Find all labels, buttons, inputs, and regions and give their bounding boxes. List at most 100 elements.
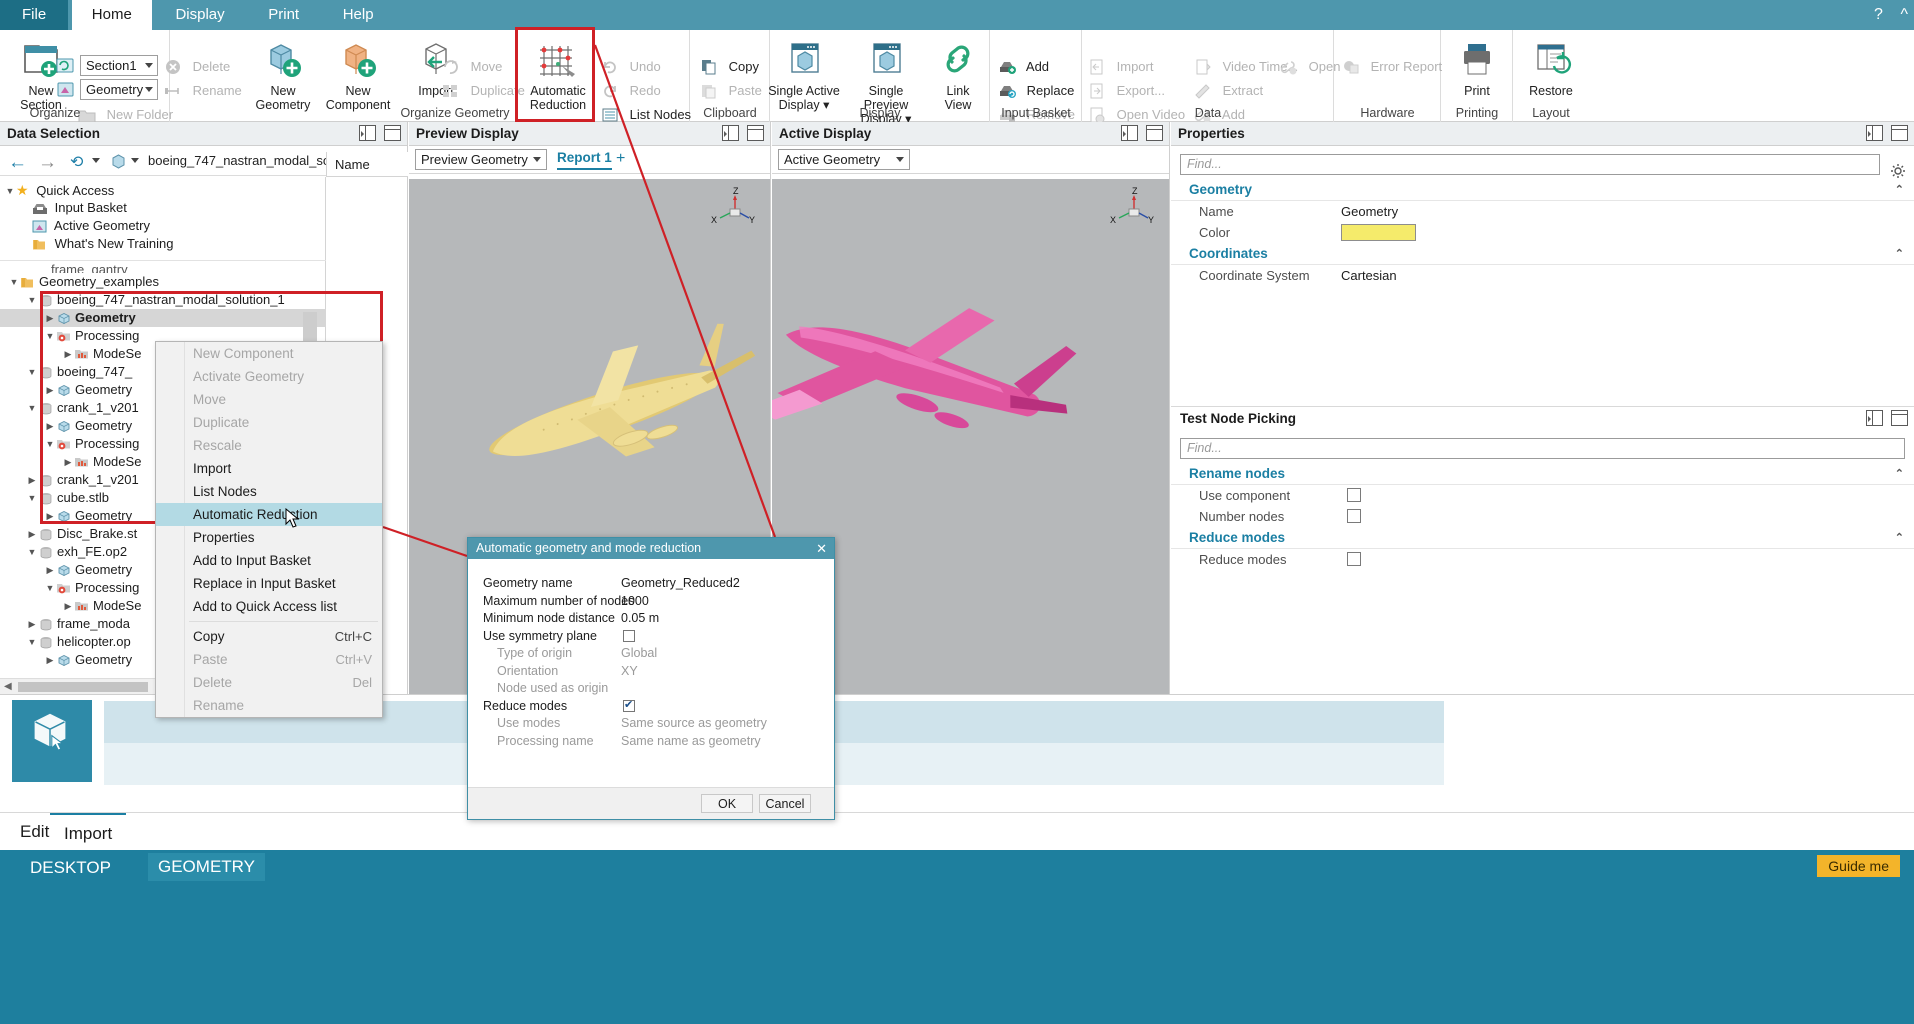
menu-item[interactable]: List Nodes [156, 480, 382, 503]
tree-item-active-geometry[interactable]: Active Geometry [0, 217, 326, 235]
menu-item[interactable]: Automatic Reduction [156, 503, 382, 526]
tree-item[interactable]: ▼ Geometry_examples [0, 273, 326, 291]
expander-open-icon[interactable]: ▼ [8, 273, 20, 291]
redo-button[interactable]: Redo [601, 79, 661, 103]
delete-button[interactable]: Delete [164, 55, 230, 79]
expander-open-icon[interactable]: ▼ [26, 291, 38, 309]
panel-dock-icon[interactable] [1866, 125, 1884, 141]
chevron-up-icon[interactable]: ⌃ [1895, 179, 1904, 201]
dialog-row-value[interactable]: Geometry_Reduced2 [621, 575, 740, 593]
menu-item[interactable]: Add to Input Basket [156, 549, 382, 572]
tab-import[interactable]: Import [50, 813, 127, 851]
tab-file[interactable]: File [0, 0, 69, 30]
panel-float-icon[interactable] [747, 125, 764, 141]
tree-item-whats-new[interactable]: What's New Training [0, 235, 326, 253]
cube-breadcrumb-icon[interactable] [110, 153, 127, 173]
collapse-ribbon-icon[interactable]: ^ [1900, 6, 1908, 23]
section-refresh-icon[interactable] [56, 56, 75, 78]
taskbar-desktop[interactable]: DESKTOP [30, 858, 111, 878]
dialog-checkbox[interactable] [623, 629, 635, 642]
paste-button[interactable]: Paste [700, 79, 762, 103]
chevron-up-icon[interactable]: ⌃ [1895, 527, 1904, 549]
tab-report-1[interactable]: Report 1 [557, 150, 612, 170]
properties-section-header[interactable]: Rename nodes ⌃ [1171, 463, 1914, 485]
cancel-button[interactable]: Cancel [759, 794, 811, 813]
panel-dock-icon[interactable] [722, 125, 740, 141]
properties-find-input[interactable]: Find... [1180, 154, 1880, 175]
panel-float-icon[interactable] [384, 125, 401, 141]
menu-item[interactable]: Import [156, 457, 382, 480]
menu-item[interactable]: Properties [156, 526, 382, 549]
geometry-cube-icon[interactable] [56, 80, 75, 102]
tree-column-header[interactable]: Name [326, 152, 408, 177]
checkbox[interactable] [1347, 509, 1361, 523]
history-chevron-down-icon[interactable] [92, 158, 100, 163]
scroll-left-icon[interactable]: ◀ [4, 681, 12, 692]
data-import-button[interactable]: Import [1088, 55, 1153, 79]
tree-item-input-basket[interactable]: Input Basket [0, 199, 326, 217]
expander-closed-icon[interactable]: ▶ [26, 471, 38, 489]
expander-open-icon[interactable]: ▼ [26, 399, 38, 417]
geometry-combo[interactable]: Geometry [80, 79, 158, 100]
undo-button[interactable]: Undo [601, 55, 661, 79]
expander-open-icon[interactable]: ▼ [26, 633, 38, 651]
checkbox[interactable] [1347, 488, 1361, 502]
panel-dock-icon[interactable] [359, 125, 377, 141]
section-combo[interactable]: Section1 [80, 55, 158, 76]
property-value[interactable]: Geometry [1341, 201, 1398, 222]
attachment-open-button[interactable]: Open [1280, 55, 1340, 79]
expander-closed-icon[interactable]: ▶ [44, 561, 56, 579]
dialog-row-value[interactable]: Same name as geometry [621, 733, 761, 751]
panel-float-icon[interactable] [1891, 125, 1908, 141]
expander-closed-icon[interactable]: ▶ [44, 651, 56, 669]
tab-help[interactable]: Help [323, 0, 394, 30]
basket-add-button[interactable]: Add [998, 55, 1049, 79]
taskbar-geometry[interactable]: GEOMETRY [148, 853, 265, 881]
menu-item[interactable]: Replace in Input Basket [156, 572, 382, 595]
expander-closed-icon[interactable]: ▶ [26, 525, 38, 543]
duplicate-button[interactable]: Duplicate [442, 79, 525, 103]
panel-float-icon[interactable] [1146, 125, 1163, 141]
properties-section-header[interactable]: Coordinates ⌃ [1171, 243, 1914, 265]
tab-print[interactable]: Print [248, 0, 319, 30]
dialog-checkbox[interactable] [623, 697, 635, 714]
properties-section-header[interactable]: Geometry ⌃ [1171, 179, 1914, 201]
tree-item-quick-access[interactable]: ▼ ★ Quick Access [0, 181, 326, 199]
close-icon[interactable]: ✕ [816, 538, 827, 559]
nav-history-icon[interactable]: ⟲ [70, 152, 83, 172]
chevron-up-icon[interactable]: ⌃ [1895, 243, 1904, 265]
checkbox[interactable] [1347, 552, 1361, 566]
property-value[interactable]: Cartesian [1341, 265, 1397, 286]
expander-icon[interactable]: ▼ [4, 182, 16, 200]
preview-geometry-combo[interactable]: Preview Geometry [415, 149, 547, 170]
dialog-row-value[interactable]: Same source as geometry [621, 715, 767, 733]
new-component-button[interactable]: New Component [320, 38, 396, 112]
chevron-up-icon[interactable]: ⌃ [1895, 463, 1904, 485]
expander-open-icon[interactable]: ▼ [26, 489, 38, 507]
nav-back-icon[interactable]: ← [8, 152, 27, 174]
panel-dock-icon[interactable] [1866, 410, 1884, 426]
rename-button[interactable]: Rename [164, 79, 242, 103]
add-tab-button[interactable]: + [616, 150, 625, 168]
expander-closed-icon[interactable]: ▶ [26, 615, 38, 633]
data-export-button[interactable]: Export... [1088, 79, 1165, 103]
nav-forward-icon[interactable]: → [38, 152, 57, 174]
dialog-row-value[interactable]: 1000 [621, 593, 649, 611]
geometry-tile-button[interactable] [12, 700, 92, 782]
expander-open-icon[interactable]: ▼ [44, 579, 56, 597]
menu-item[interactable]: Copy Ctrl+C [156, 625, 382, 648]
guide-me-button[interactable]: Guide me [1817, 855, 1900, 877]
error-report-button[interactable]: Error Report [1342, 55, 1442, 79]
move-button[interactable]: Move [442, 55, 502, 79]
menu-item[interactable]: Add to Quick Access list [156, 595, 382, 618]
properties-section-header[interactable]: Reduce modes ⌃ [1171, 527, 1914, 549]
expander-closed-icon[interactable]: ▶ [62, 597, 74, 615]
new-geometry-button[interactable]: New Geometry [245, 38, 321, 112]
ok-button[interactable]: OK [701, 794, 753, 813]
dialog-row-value[interactable]: XY [621, 663, 638, 681]
scrollbar-thumb[interactable] [18, 682, 148, 692]
restore-button[interactable]: Restore [1513, 38, 1589, 98]
basket-replace-button[interactable]: Replace [998, 79, 1074, 103]
expander-open-icon[interactable]: ▼ [26, 543, 38, 561]
dialog-row-value[interactable]: Global [621, 645, 657, 663]
